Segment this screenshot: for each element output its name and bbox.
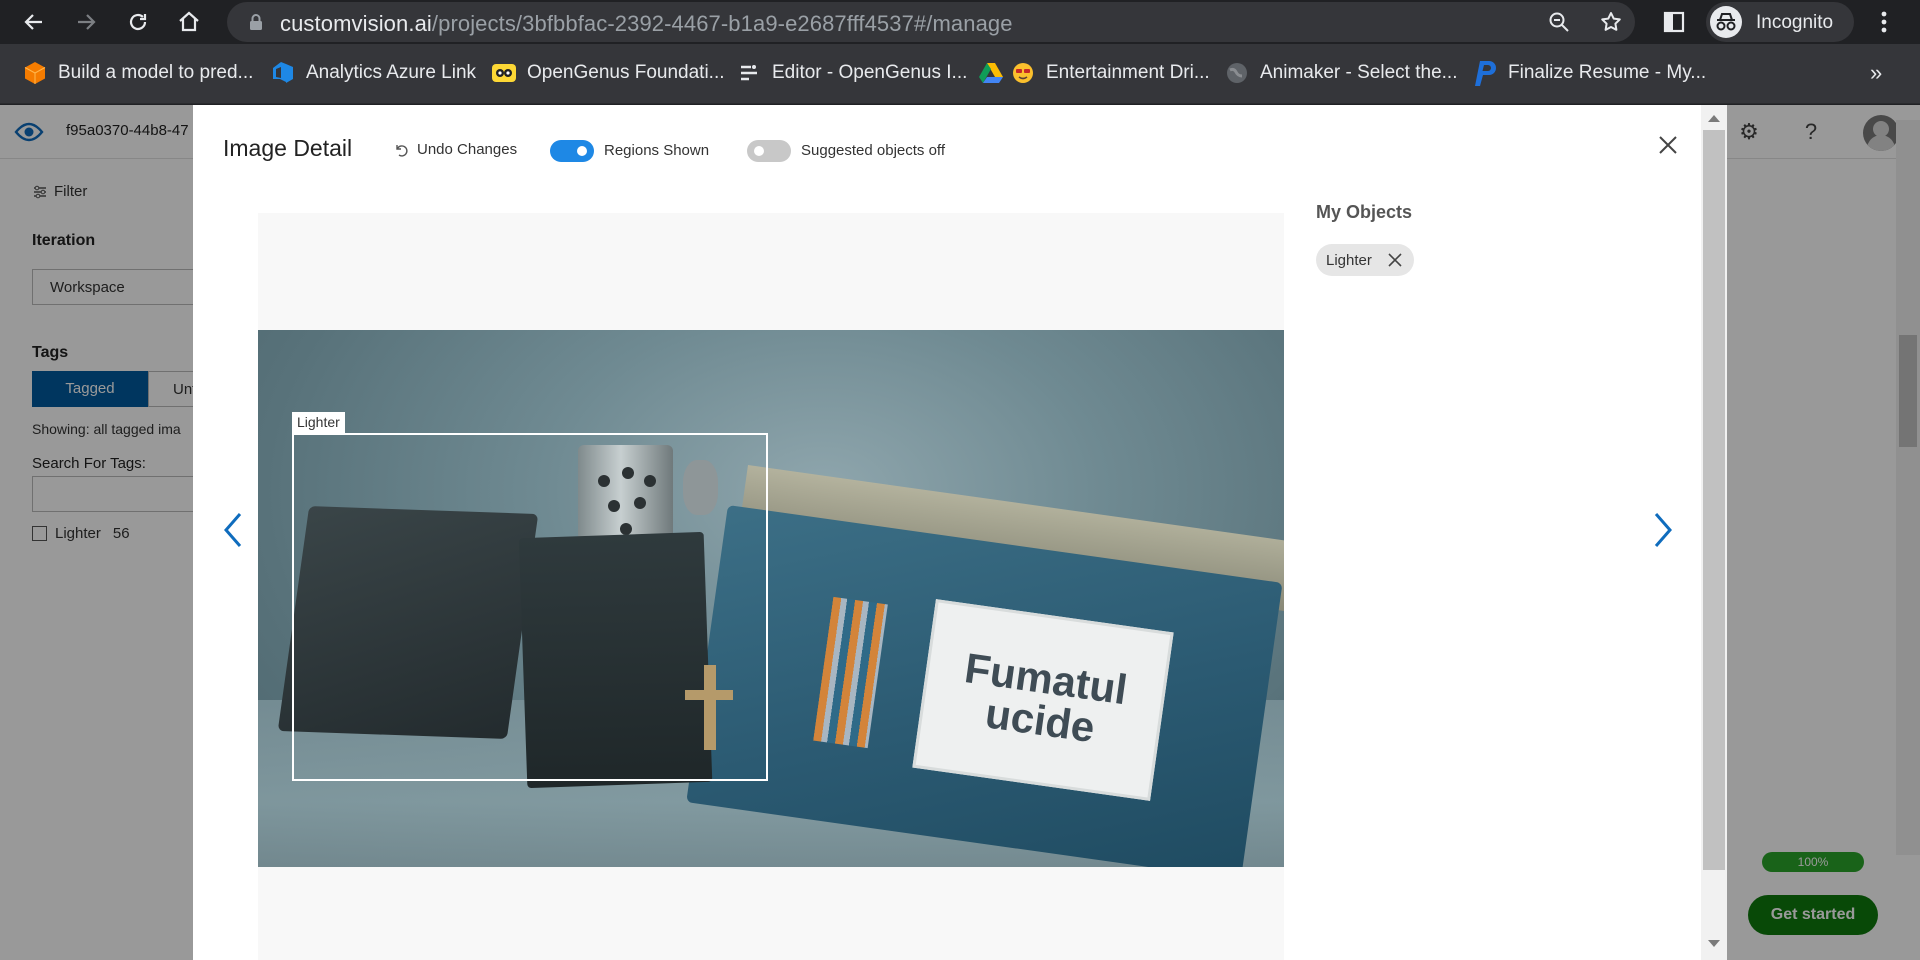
bookmark-label: Build a model to pred... xyxy=(58,62,254,83)
bounding-box-region[interactable] xyxy=(292,433,768,781)
toggle-knob xyxy=(754,146,764,156)
image-canvas: Fumatul ucide Lighter xyxy=(258,213,1284,960)
scrollbar-thumb[interactable] xyxy=(1703,130,1725,870)
forward-button[interactable] xyxy=(70,6,102,38)
modal-scrollbar[interactable] xyxy=(1701,105,1727,960)
url-host: customvision.ai xyxy=(280,11,432,36)
bookmark-label: OpenGenus Foundati... xyxy=(527,62,725,83)
toggle-knob xyxy=(577,146,587,156)
bookmark-label: Animaker - Select the... xyxy=(1260,62,1458,83)
google-drive-icon xyxy=(978,60,1004,86)
incognito-badge[interactable]: Incognito xyxy=(1706,2,1854,42)
bookmark-item[interactable]: Finalize Resume - My... xyxy=(1472,58,1706,88)
p-logo-icon xyxy=(1472,60,1498,86)
arrow-right-icon xyxy=(78,14,96,30)
browser-menu-icon[interactable] xyxy=(1872,8,1896,36)
incognito-label: Incognito xyxy=(1756,12,1834,33)
bookmark-star-icon[interactable] xyxy=(1599,10,1623,34)
bookmarks-overflow-button[interactable]: » xyxy=(1870,60,1882,86)
region-tag-label[interactable]: Lighter xyxy=(292,412,345,433)
emoji-face-icon xyxy=(1010,60,1036,86)
bookmark-item[interactable]: Analytics Azure Link xyxy=(270,58,476,88)
bookmark-item[interactable]: Animaker - Select the... xyxy=(1224,58,1457,88)
bookmark-label: Editor - OpenGenus I... xyxy=(772,62,968,83)
scroll-up-arrow-icon[interactable] xyxy=(1708,115,1720,122)
globe-icon xyxy=(1224,60,1250,86)
home-icon xyxy=(179,11,199,32)
arrow-left-icon xyxy=(24,14,42,30)
close-icon[interactable] xyxy=(1656,133,1680,157)
bookmarks-bar: Build a model to pred... Analytics Azure… xyxy=(0,44,1920,104)
regions-toggle[interactable] xyxy=(550,140,594,162)
reading-list-icon[interactable] xyxy=(1662,10,1686,34)
bookmark-item[interactable]: OpenGenus Foundati... xyxy=(491,58,725,88)
bookmark-label: Analytics Azure Link xyxy=(306,62,477,83)
regions-toggle-label: Regions Shown xyxy=(604,142,710,159)
url-path: /projects/3bfbbfac-2392-4467-b1a9-e2687f… xyxy=(431,11,1013,36)
orange-box-icon xyxy=(22,60,48,86)
bookmark-item[interactable]: Entertainment Dri... xyxy=(978,58,1210,88)
back-button[interactable] xyxy=(18,6,50,38)
opengenus-icon xyxy=(491,60,517,86)
zoom-icon[interactable] xyxy=(1547,10,1571,34)
bookmark-label: Finalize Resume - My... xyxy=(1508,62,1707,83)
object-chip-lighter[interactable]: Lighter xyxy=(1316,244,1414,276)
next-image-arrow-icon[interactable] xyxy=(1648,510,1678,550)
pack-warning-label: Fumatul ucide xyxy=(912,599,1174,801)
previous-image-arrow-icon[interactable] xyxy=(218,510,248,550)
bookmark-label: Entertainment Dri... xyxy=(1046,62,1210,83)
editor-icon xyxy=(736,60,762,86)
reload-button[interactable] xyxy=(122,6,154,38)
image-detail-modal: Image Detail Undo Changes Regions Shown … xyxy=(193,105,1701,960)
undo-label: Undo Changes xyxy=(417,141,518,158)
incognito-icon xyxy=(1710,6,1742,38)
reload-icon xyxy=(129,13,147,31)
remove-icon[interactable] xyxy=(1388,253,1402,267)
my-objects-heading: My Objects xyxy=(1316,202,1413,222)
azure-devops-icon xyxy=(270,60,296,86)
scroll-down-arrow-icon[interactable] xyxy=(1708,940,1720,947)
modal-title: Image Detail xyxy=(223,135,353,161)
browser-toolbar: customvision.ai/projects/3bfbbfac-2392-4… xyxy=(0,0,1920,44)
lock-icon xyxy=(250,14,262,30)
suggested-objects-toggle[interactable] xyxy=(747,140,791,162)
undo-changes-button[interactable]: Undo Changes xyxy=(393,141,517,158)
url-text: customvision.ai/projects/3bfbbfac-2392-4… xyxy=(280,11,1013,37)
undo-icon xyxy=(396,144,408,157)
bookmark-item[interactable]: Build a model to pred... xyxy=(22,58,253,88)
image-preview[interactable]: Fumatul ucide Lighter xyxy=(258,330,1284,867)
bookmark-item[interactable]: Editor - OpenGenus I... xyxy=(736,58,967,88)
object-chip-label: Lighter xyxy=(1326,251,1372,269)
home-button[interactable] xyxy=(173,6,205,38)
suggested-toggle-label: Suggested objects off xyxy=(801,142,945,159)
address-bar[interactable]: customvision.ai/projects/3bfbbfac-2392-4… xyxy=(227,2,1635,42)
